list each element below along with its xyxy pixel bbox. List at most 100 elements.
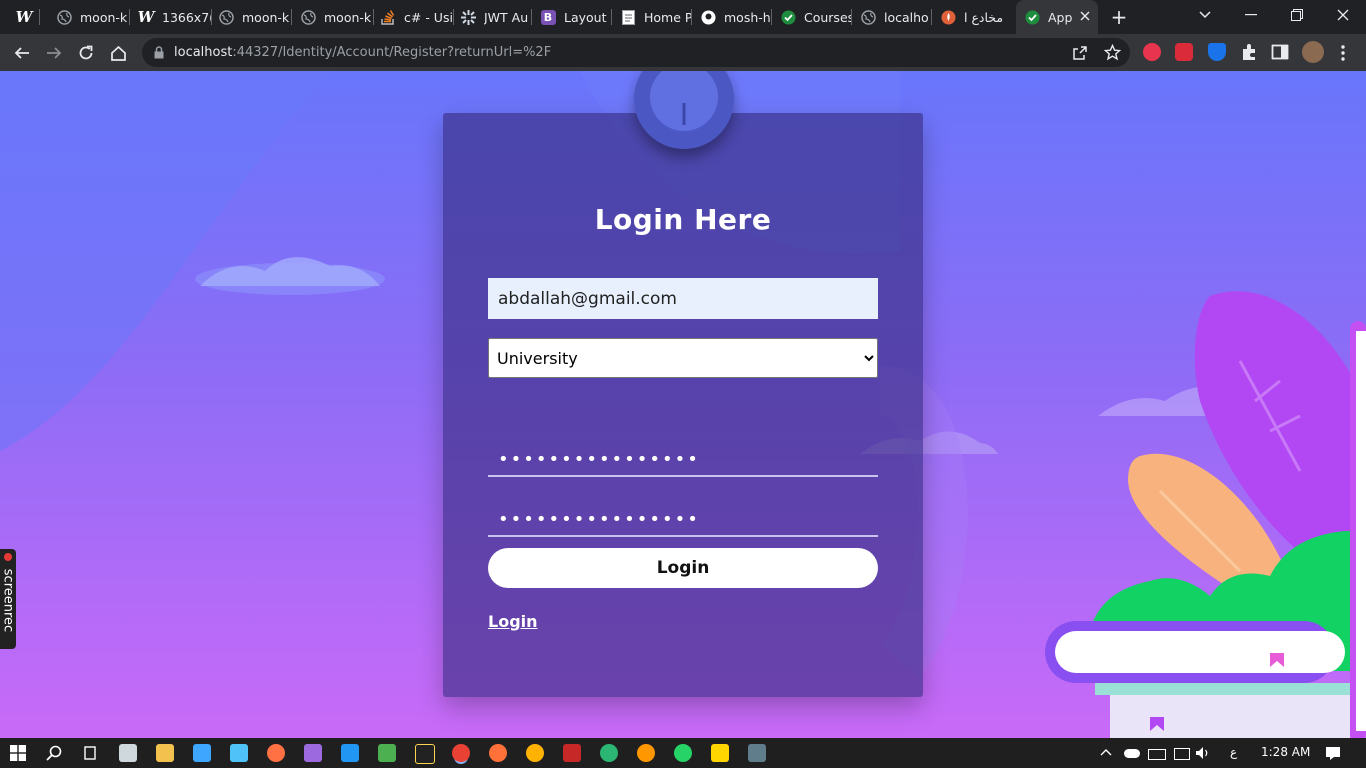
globe-icon — [218, 9, 234, 25]
windows-taskbar: ع 1:28 AM — [0, 738, 1366, 768]
minimize-icon — [1245, 14, 1257, 16]
firefox-icon[interactable] — [489, 744, 507, 762]
menu-kebab-icon[interactable] — [1336, 44, 1350, 62]
tab-title: moon-k — [242, 9, 290, 25]
login-button[interactable]: Login — [488, 548, 878, 588]
side-panel-icon[interactable] — [1271, 43, 1289, 61]
whatsapp-icon[interactable] — [674, 744, 692, 762]
new-tab-button[interactable]: + — [1108, 6, 1130, 28]
browser-tab[interactable]: Courses — [772, 0, 852, 34]
tab-search-button[interactable] — [1182, 0, 1228, 30]
document-icon — [620, 9, 636, 25]
wordpress-icon: W — [15, 8, 33, 26]
tab-title: Home P — [644, 9, 692, 25]
check-circle-icon — [1024, 9, 1040, 25]
browser-tab[interactable]: moon-k — [292, 0, 374, 34]
lock-icon — [154, 46, 164, 59]
restore-icon — [1291, 9, 1303, 21]
book-icon — [682, 103, 686, 125]
file-explorer-icon[interactable] — [156, 744, 174, 762]
extension-t-icon[interactable] — [1143, 43, 1161, 61]
input-language-indicator[interactable]: ع — [1230, 745, 1237, 759]
search-icon[interactable] — [46, 745, 62, 761]
arrow-left-icon — [14, 47, 29, 59]
email-input[interactable] — [488, 278, 878, 319]
volume-icon[interactable] — [1195, 746, 1211, 760]
close-window-button[interactable] — [1320, 0, 1366, 30]
browser-tab[interactable]: مخادع ا — [932, 0, 1012, 34]
confirm-password-input[interactable]: •••••••••••••••• — [488, 503, 878, 537]
tab-title: JWT Au — [484, 9, 529, 25]
notifications-icon[interactable] — [1325, 746, 1341, 761]
tab-title: moon-k — [324, 9, 372, 25]
login-link[interactable]: Login — [488, 612, 538, 631]
browser-tab[interactable]: W 1366x7( — [130, 0, 212, 34]
tab-title: c# - Usi — [404, 9, 453, 25]
extension-shield-icon[interactable] — [1208, 43, 1226, 61]
tab-close-icon[interactable] — [1080, 9, 1090, 25]
browser-tab[interactable]: localho — [852, 0, 932, 34]
cloud-icon[interactable] — [1124, 749, 1140, 758]
share-icon[interactable] — [1072, 45, 1088, 61]
bootstrap-icon: B — [540, 9, 556, 25]
app-icon[interactable] — [267, 744, 285, 762]
extension-video-icon[interactable] — [1175, 43, 1193, 61]
task-view-icon[interactable] — [82, 745, 98, 761]
clock-time[interactable]: 1:28 AM — [1261, 745, 1310, 759]
extensions-puzzle-icon[interactable] — [1240, 43, 1258, 61]
globe-icon — [860, 9, 876, 25]
tab-title: mosh-h — [724, 9, 771, 25]
browser-tab[interactable]: Home P — [612, 0, 692, 34]
browser-tab[interactable]: JWT Au — [452, 0, 532, 34]
screenrec-label: screenrec — [0, 568, 16, 633]
browser-tab[interactable]: moon-k — [210, 0, 292, 34]
chevron-up-icon[interactable] — [1100, 748, 1112, 756]
app-icon[interactable] — [230, 744, 248, 762]
browser-tab[interactable]: mosh-h — [692, 0, 772, 34]
app-icon[interactable] — [378, 744, 396, 762]
reload-button[interactable] — [73, 40, 99, 66]
bookmark-star-icon[interactable] — [1104, 44, 1121, 61]
password-mask: •••••••••••••••• — [498, 448, 700, 470]
browser-tab[interactable]: W — [8, 0, 40, 34]
minimize-button[interactable] — [1228, 0, 1274, 30]
tab-active[interactable]: App — [1016, 0, 1098, 34]
browser-tab[interactable]: c# - Usi — [372, 0, 454, 34]
page-viewport: Login Here University •••••••••••••••• •… — [0, 71, 1366, 738]
user-type-select[interactable]: University — [488, 338, 878, 378]
app-icon[interactable] — [563, 744, 581, 762]
browser-toolbar: localhost:44327/Identity/Account/Registe… — [0, 34, 1366, 71]
tab-title: App — [1048, 9, 1073, 25]
tab-title: Courses — [804, 9, 852, 25]
sticky-notes-icon[interactable] — [711, 744, 729, 762]
password-input[interactable]: •••••••••••••••• — [488, 443, 878, 477]
vscode-icon[interactable] — [341, 744, 359, 762]
url-text: localhost:44327/Identity/Account/Registe… — [174, 45, 551, 60]
tab-title: مخادع ا — [964, 9, 1004, 25]
visual-studio-icon[interactable] — [304, 744, 322, 762]
app-icon[interactable] — [193, 744, 211, 762]
store-icon[interactable] — [119, 744, 137, 762]
app-icon[interactable] — [748, 744, 766, 762]
tab-title: localho — [884, 9, 929, 25]
forward-button[interactable] — [41, 40, 67, 66]
restore-button[interactable] — [1274, 0, 1320, 30]
profile-avatar[interactable] — [1302, 41, 1324, 63]
app-icon[interactable] — [637, 744, 655, 762]
battery-icon[interactable] — [1148, 749, 1166, 760]
pycharm-icon[interactable] — [415, 744, 435, 764]
browser-tab[interactable]: B Layout — [532, 0, 612, 34]
jwt-icon — [460, 9, 476, 25]
browser-tab[interactable]: moon-k — [48, 0, 130, 34]
tab-title: moon-k — [80, 9, 128, 25]
app-icon[interactable] — [600, 744, 618, 762]
app-icon[interactable] — [526, 744, 544, 762]
github-icon — [700, 9, 716, 25]
address-bar[interactable]: localhost:44327/Identity/Account/Registe… — [142, 38, 1130, 67]
tab-title: Layout — [564, 9, 607, 25]
back-button[interactable] — [9, 40, 35, 66]
windows-start-icon[interactable] — [10, 745, 26, 761]
chrome-icon[interactable] — [452, 744, 470, 762]
home-button[interactable] — [105, 40, 131, 66]
network-icon[interactable] — [1174, 748, 1190, 760]
